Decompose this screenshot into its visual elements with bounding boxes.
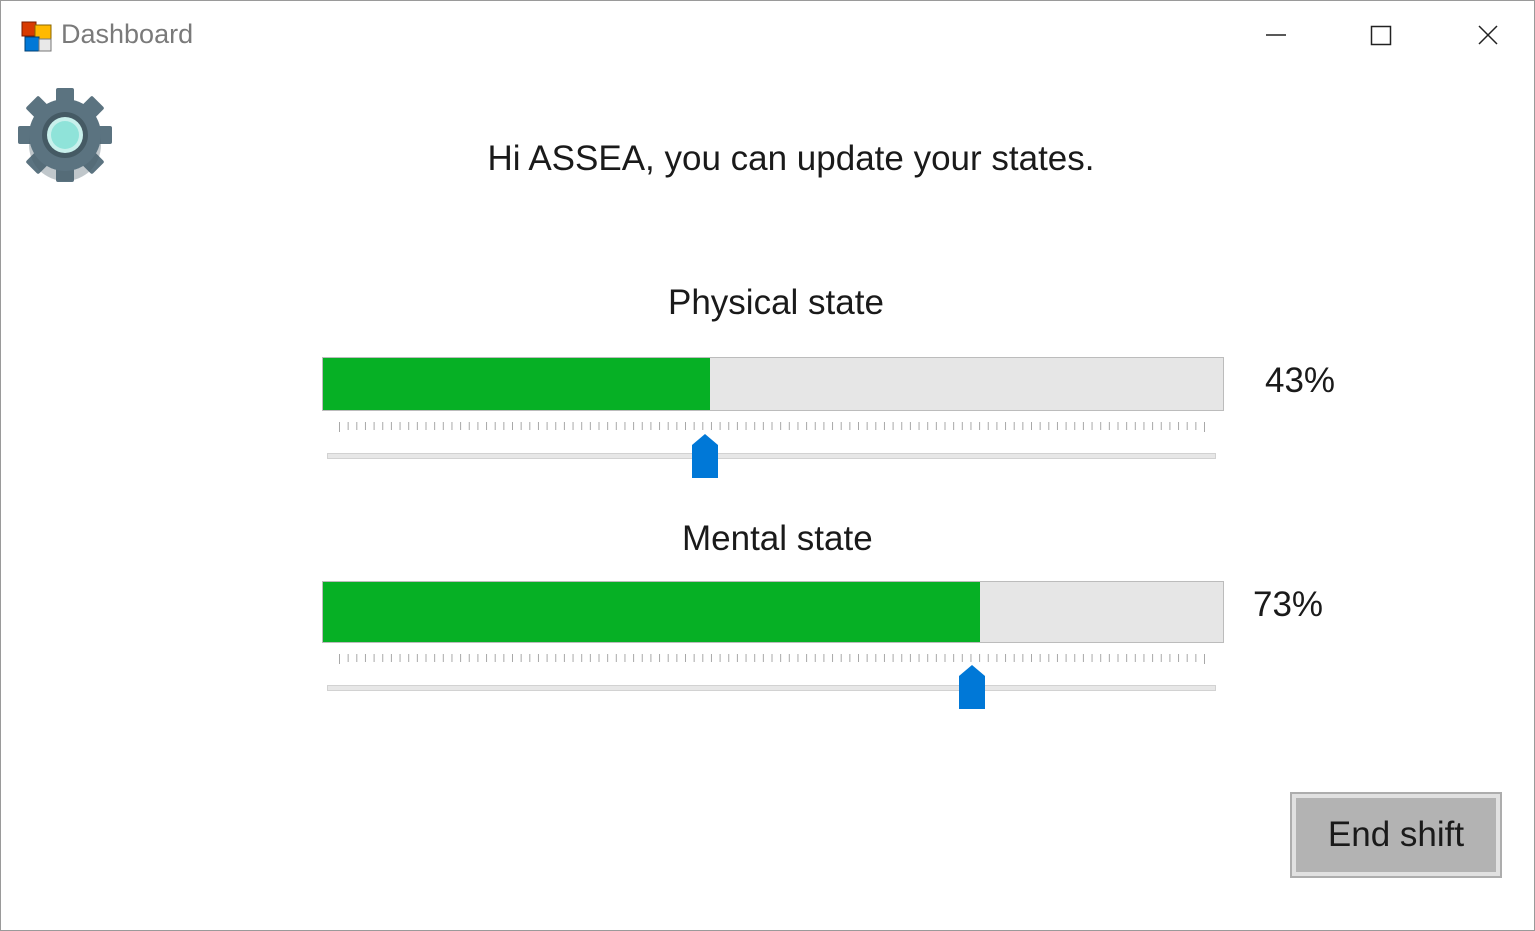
mental-state-slider-thumb[interactable] (958, 665, 985, 709)
dashboard-window: Dashboard Hi ASSEA, you can update your … (0, 0, 1535, 931)
physical-state-percent: 43% (1265, 361, 1336, 400)
end-shift-button[interactable]: End shift (1290, 792, 1502, 878)
app-icon (21, 21, 53, 53)
greeting-text: Hi ASSEA, you can update your states. (487, 139, 1095, 178)
physical-state-slider-thumb[interactable] (692, 434, 719, 478)
window-title: Dashboard (61, 19, 194, 49)
physical-state-progress-fill (323, 358, 710, 410)
mental-state-ticks (339, 654, 1205, 664)
close-icon (1478, 25, 1498, 45)
mental-state-slider-track[interactable] (327, 685, 1216, 691)
physical-state-label: Physical state (668, 283, 884, 322)
mental-state-label: Mental state (682, 519, 873, 558)
close-button[interactable] (1438, 1, 1534, 71)
mental-state-progress-fill (323, 582, 980, 642)
maximize-icon (1370, 25, 1392, 46)
minimize-icon (1266, 34, 1286, 36)
physical-state-progress (322, 357, 1224, 411)
mental-state-progress (322, 581, 1224, 643)
mental-state-percent: 73% (1253, 585, 1324, 624)
minimize-button[interactable] (1226, 1, 1326, 71)
physical-state-slider-track[interactable] (327, 453, 1216, 459)
title-bar[interactable]: Dashboard (1, 1, 1534, 71)
maximize-button[interactable] (1331, 1, 1431, 71)
end-shift-label: End shift (1296, 798, 1496, 872)
physical-state-ticks (339, 422, 1205, 432)
